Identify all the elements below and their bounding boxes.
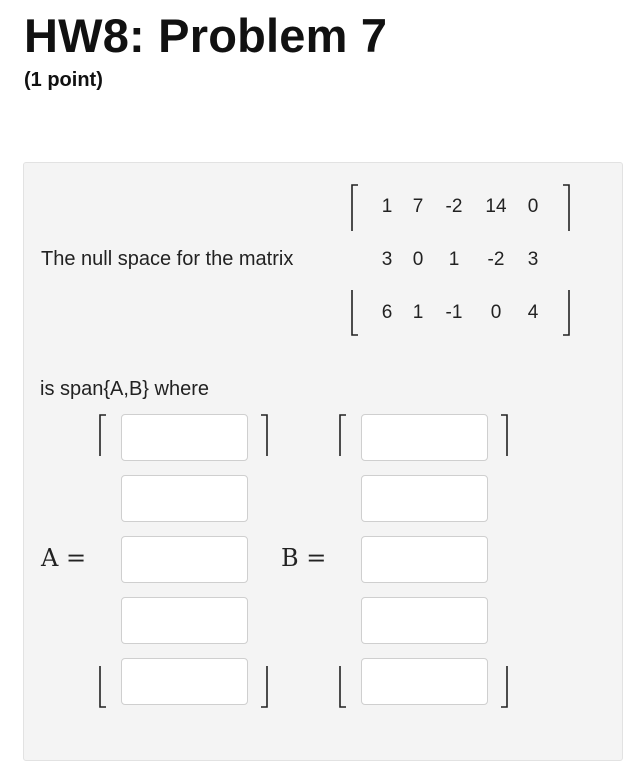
- matrix-cell: 1: [448, 249, 460, 270]
- matrix-cell: 0: [412, 249, 424, 270]
- point-value: (1 point): [24, 69, 103, 91]
- matrix-cell: -1: [445, 302, 463, 323]
- matrix-cell: 1: [381, 196, 393, 217]
- vector-b-label: B =: [281, 544, 327, 572]
- matrix-left-bracket: [351, 184, 358, 336]
- matrix-cell: -2: [445, 196, 463, 217]
- vector-a-entry-3[interactable]: [121, 536, 248, 583]
- vector-a-entry-2[interactable]: [121, 475, 248, 522]
- matrix-cell: 1: [412, 302, 424, 323]
- vector-b-entry-3[interactable]: [361, 536, 488, 583]
- vector-b-entry-5[interactable]: [361, 658, 488, 705]
- matrix-cell: 3: [527, 249, 539, 270]
- matrix-cell: 3: [381, 249, 393, 270]
- matrix-cell: 14: [485, 196, 507, 217]
- page-title: HW8: Problem 7: [24, 9, 388, 62]
- vector-b-entry-2[interactable]: [361, 475, 488, 522]
- matrix-right-bracket: [563, 184, 570, 336]
- matrix-cell: 0: [490, 302, 502, 323]
- matrix-cell: 4: [527, 302, 539, 323]
- vector-a-entry-1[interactable]: [121, 414, 248, 461]
- vector-a-label: A =: [41, 544, 87, 572]
- problem-intro-text: The null space for the matrix: [41, 248, 294, 270]
- vector-a-left-bracket: [99, 414, 106, 708]
- vector-a-entry-4[interactable]: [121, 597, 248, 644]
- vector-b-entry-1[interactable]: [361, 414, 488, 461]
- vector-b-left-bracket: [339, 414, 346, 708]
- span-text: is span{A,B} where: [40, 378, 209, 400]
- vector-a-entry-5[interactable]: [121, 658, 248, 705]
- vector-b-right-bracket: [501, 414, 508, 708]
- vector-b-entry-4[interactable]: [361, 597, 488, 644]
- matrix-cell: -2: [487, 249, 505, 270]
- vector-a-right-bracket: [261, 414, 268, 708]
- matrix-cell: 7: [412, 196, 424, 217]
- matrix-cell: 0: [527, 196, 539, 217]
- matrix-cell: 6: [381, 302, 393, 323]
